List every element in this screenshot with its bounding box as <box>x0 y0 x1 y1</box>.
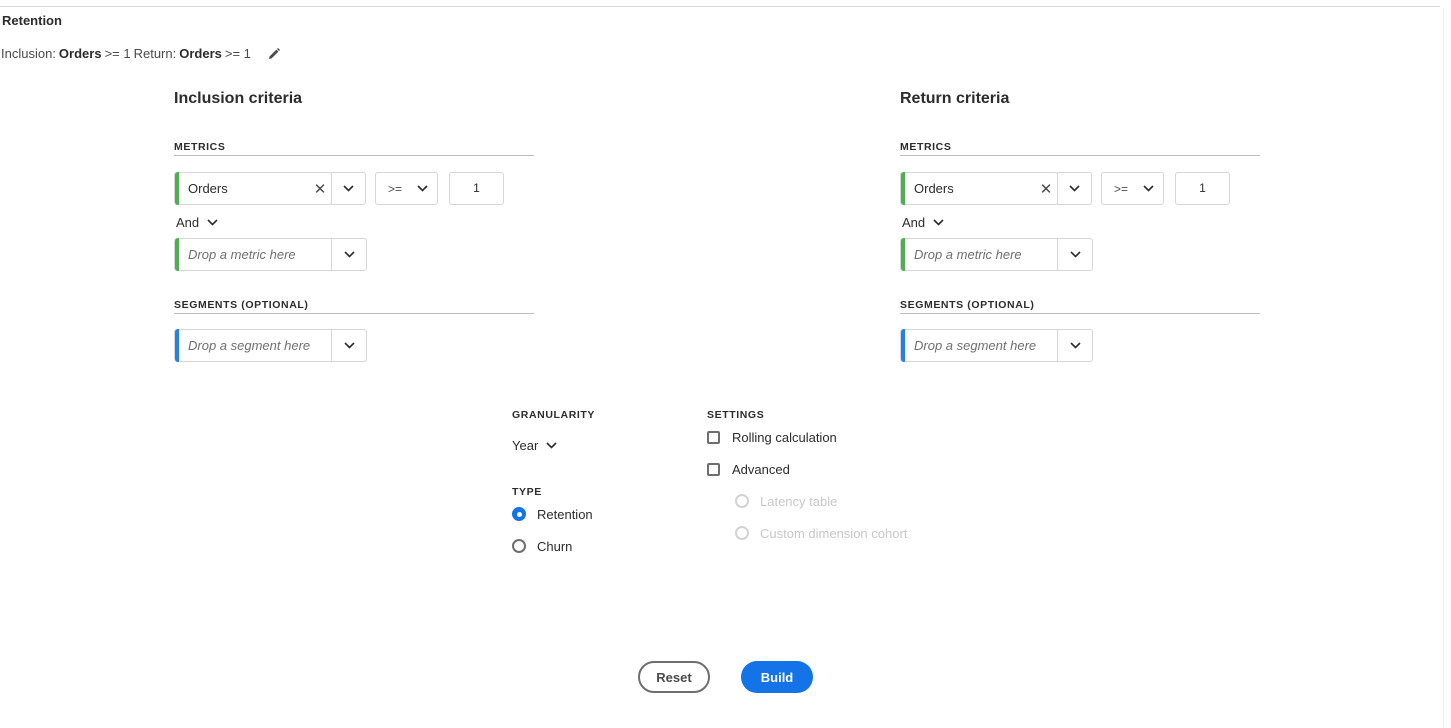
metric-color-bar <box>175 238 179 271</box>
return-metric-dropdown[interactable] <box>1057 172 1092 205</box>
summary-inclusion-metric: Orders <box>58 46 102 61</box>
custom-dimension-cohort-label: Custom dimension cohort <box>760 525 908 541</box>
inclusion-metrics-header: METRICS <box>174 141 534 156</box>
metric-color-bar <box>901 172 905 205</box>
granularity-value: Year <box>512 438 539 453</box>
inclusion-metric-field[interactable]: Orders ✕ <box>174 172 332 205</box>
granularity-header: GRANULARITY <box>512 409 596 421</box>
chevron-down-icon <box>1143 185 1154 192</box>
rolling-calculation-checkbox[interactable]: Rolling calculation <box>707 421 907 453</box>
return-drop-segment-field[interactable]: Drop a segment here <box>900 329 1093 362</box>
inclusion-metric-row: Orders ✕ >= 1 <box>174 172 504 205</box>
clear-icon[interactable]: ✕ <box>1035 180 1057 198</box>
criteria-summary: Inclusion: Orders >= 1 Return: Orders >=… <box>1 46 281 61</box>
inclusion-metric-dropdown[interactable] <box>331 172 366 205</box>
checkbox-icon[interactable] <box>707 430 720 444</box>
chevron-down-icon <box>933 219 944 226</box>
chevron-down-icon[interactable] <box>331 330 366 361</box>
inclusion-segments-header: SEGMENTS (OPTIONAL) <box>174 299 534 314</box>
type-header: TYPE <box>512 486 542 498</box>
pencil-icon[interactable] <box>267 47 281 61</box>
custom-dimension-cohort-option: Custom dimension cohort <box>735 517 907 549</box>
type-option-label: Retention <box>537 506 593 522</box>
radio-icon[interactable] <box>512 539 526 553</box>
summary-return-label: Return: <box>133 46 177 61</box>
rolling-calculation-label: Rolling calculation <box>732 429 837 445</box>
segment-color-bar <box>175 329 179 362</box>
chevron-down-icon <box>207 219 218 226</box>
return-threshold-input[interactable]: 1 <box>1175 172 1230 205</box>
and-label: And <box>176 215 200 230</box>
return-operator-value: >= <box>1114 181 1129 196</box>
return-metrics-header: METRICS <box>900 141 1260 156</box>
return-drop-metric-row: Drop a metric here <box>900 238 1093 271</box>
radio-selected-icon[interactable] <box>512 507 526 521</box>
segment-color-bar <box>901 329 905 362</box>
inclusion-metric-value: Orders <box>188 181 228 196</box>
radio-disabled-icon <box>735 526 749 540</box>
type-option-retention[interactable]: Retention <box>512 498 595 530</box>
chevron-down-icon[interactable] <box>1057 239 1092 270</box>
inclusion-drop-metric-row: Drop a metric here <box>174 238 367 271</box>
return-and-select[interactable]: And <box>902 215 944 230</box>
chevron-down-icon[interactable] <box>1057 330 1092 361</box>
inclusion-criteria-column: Inclusion criteria METRICS Orders ✕ >= 1… <box>174 90 536 362</box>
inclusion-operator-select[interactable]: >= <box>375 172 438 205</box>
inclusion-drop-segment-field[interactable]: Drop a segment here <box>174 329 367 362</box>
return-metric-value: Orders <box>914 181 954 196</box>
return-segments-header: SEGMENTS (OPTIONAL) <box>900 299 1260 314</box>
inclusion-segment-placeholder: Drop a segment here <box>188 338 311 353</box>
latency-table-option: Latency table <box>735 485 907 517</box>
build-button[interactable]: Build <box>741 661 813 693</box>
inclusion-and-select[interactable]: And <box>176 215 218 230</box>
inclusion-drop-segment-row: Drop a segment here <box>174 329 367 362</box>
inclusion-threshold-input[interactable]: 1 <box>449 172 504 205</box>
clear-icon[interactable]: ✕ <box>309 180 331 198</box>
return-metric-field[interactable]: Orders ✕ <box>900 172 1058 205</box>
metric-color-bar <box>901 238 905 271</box>
settings-header: SETTINGS <box>707 409 765 421</box>
return-metric-placeholder: Drop a metric here <box>914 247 1022 262</box>
inclusion-metric-placeholder: Drop a metric here <box>188 247 296 262</box>
granularity-type-group: GRANULARITY Year TYPE Retention Churn <box>512 409 595 562</box>
summary-return-condition: >= 1 <box>224 46 251 61</box>
and-label: And <box>902 215 926 230</box>
return-drop-segment-row: Drop a segment here <box>900 329 1093 362</box>
chevron-down-icon <box>417 185 428 192</box>
metric-color-bar <box>175 172 179 205</box>
advanced-label: Advanced <box>732 461 790 477</box>
inclusion-operator-value: >= <box>388 181 403 196</box>
inclusion-drop-metric-field[interactable]: Drop a metric here <box>174 238 367 271</box>
return-drop-metric-field[interactable]: Drop a metric here <box>900 238 1093 271</box>
chevron-down-icon <box>546 442 557 449</box>
type-option-label: Churn <box>537 538 573 554</box>
inclusion-criteria-title: Inclusion criteria <box>174 90 303 107</box>
return-criteria-title: Return criteria <box>900 90 1010 107</box>
return-segment-placeholder: Drop a segment here <box>914 338 1037 353</box>
settings-group: SETTINGS Rolling calculation Advanced La… <box>707 409 907 549</box>
chevron-down-icon <box>331 173 365 204</box>
summary-inclusion-label: Inclusion: <box>1 46 56 61</box>
top-divider <box>0 6 1440 7</box>
return-metric-row: Orders ✕ >= 1 <box>900 172 1230 205</box>
summary-inclusion-condition: >= 1 <box>104 46 131 61</box>
granularity-select[interactable]: Year <box>512 438 595 453</box>
type-option-churn[interactable]: Churn <box>512 530 595 562</box>
return-operator-select[interactable]: >= <box>1101 172 1164 205</box>
reset-button[interactable]: Reset <box>638 661 710 693</box>
summary-return-metric: Orders <box>179 46 222 61</box>
checkbox-icon[interactable] <box>707 462 720 476</box>
scrollbar-track <box>1443 8 1444 728</box>
advanced-checkbox[interactable]: Advanced <box>707 453 907 485</box>
chevron-down-icon[interactable] <box>331 239 366 270</box>
return-criteria-column: Return criteria METRICS Orders ✕ >= 1 An… <box>900 90 1262 362</box>
latency-table-label: Latency table <box>760 493 838 509</box>
chevron-down-icon <box>1057 173 1091 204</box>
radio-disabled-icon <box>735 494 749 508</box>
panel-title: Retention <box>2 13 62 28</box>
